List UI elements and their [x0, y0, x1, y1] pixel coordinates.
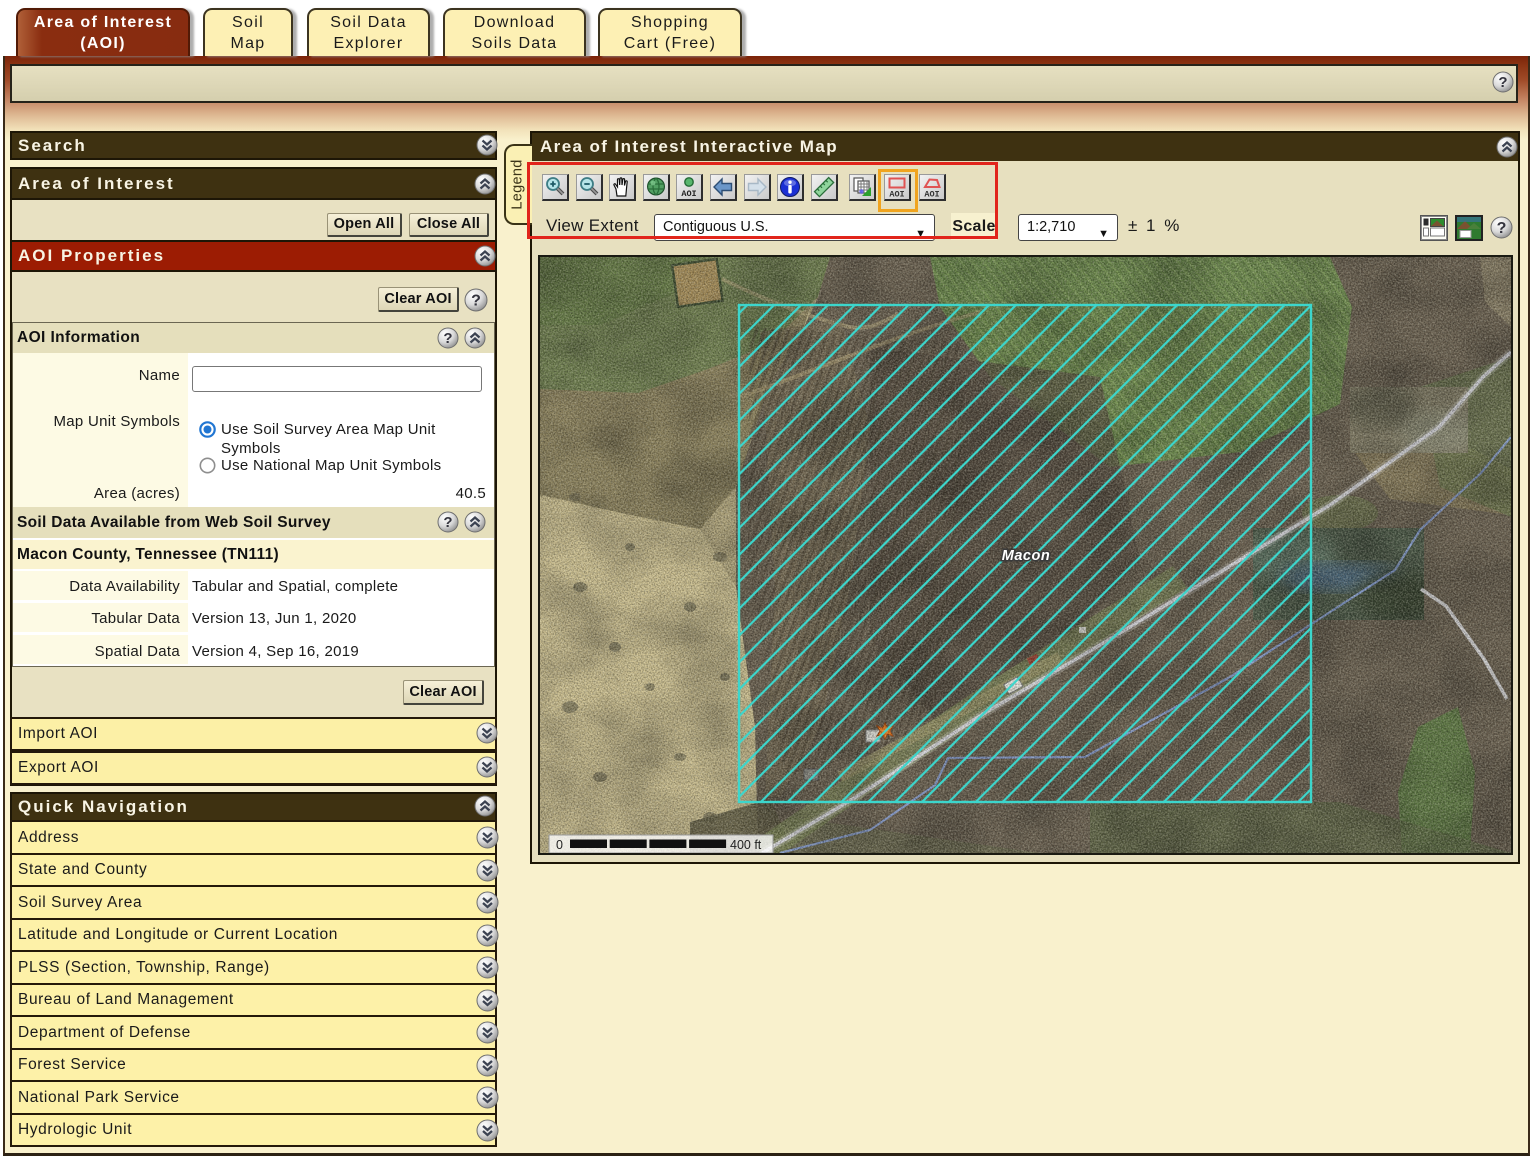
svg-text:Macon: Macon: [1002, 548, 1050, 564]
svg-text:0: 0: [556, 838, 563, 852]
svg-text:?: ?: [443, 330, 452, 347]
svg-text:?: ?: [1497, 220, 1507, 237]
svg-text:?: ?: [1498, 74, 1507, 91]
svg-text:?: ?: [471, 293, 481, 310]
svg-text:400 ft: 400 ft: [730, 838, 762, 852]
svg-text:?: ?: [443, 514, 452, 531]
